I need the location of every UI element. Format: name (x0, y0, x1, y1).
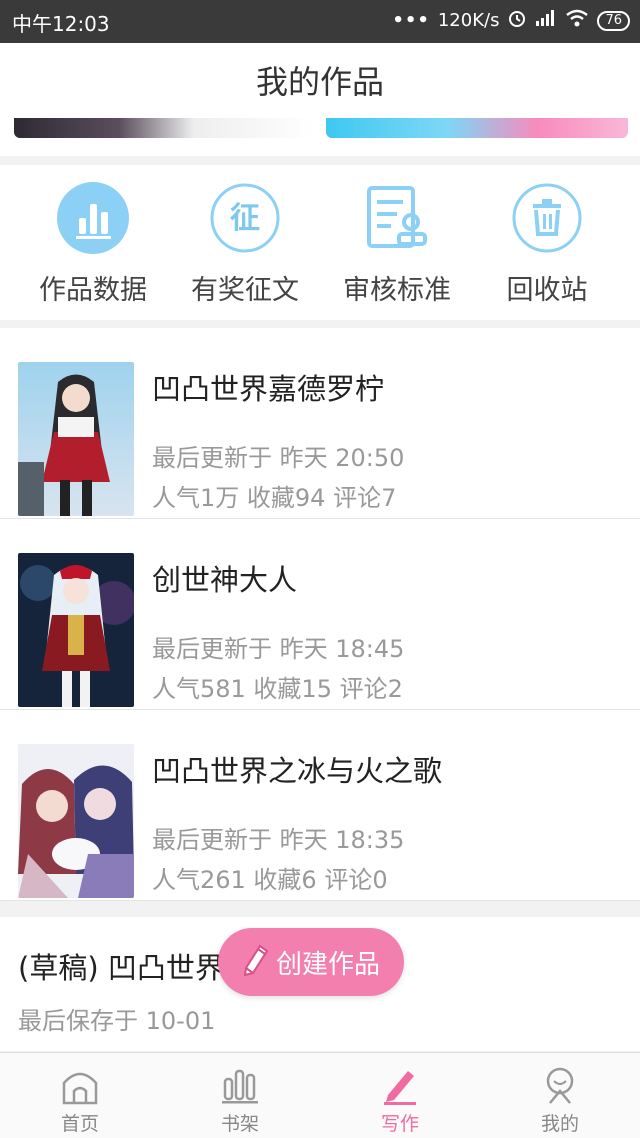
nav-bookshelf[interactable]: 书架 (160, 1053, 320, 1138)
works-list: 凹凸世界嘉德罗柠 最后更新于 昨天 20:50 人气1万 收藏94 评论7 创世… (0, 328, 640, 901)
draft-title[interactable]: (草稿) 凹凸世界 (18, 945, 224, 987)
create-work-label: 创建作品 (276, 949, 381, 980)
network-speed: 120K/s (437, 10, 500, 31)
review-standard-icon (361, 182, 433, 254)
create-work-button[interactable]: 创建作品 (218, 928, 404, 996)
work-cover[interactable] (18, 362, 134, 516)
menu-item-trash[interactable]: 回收站 (471, 182, 623, 307)
menu-item-review[interactable]: 审核标准 (321, 182, 473, 307)
trash-icon (511, 182, 583, 254)
page-title: 我的作品 (255, 63, 384, 101)
work-item[interactable]: 凹凸世界之冰与火之歌 最后更新于 昨天 18:35 人气261 收藏6 评论0 (0, 710, 640, 901)
menu-label-contest: 有奖征文 (191, 275, 299, 306)
work-stats: 人气1万 收藏94 评论7 (152, 484, 397, 512)
banner-image-right[interactable] (326, 118, 628, 138)
work-stats: 人气261 收藏6 评论0 (152, 866, 388, 894)
nav-write-label: 写作 (380, 1113, 419, 1135)
quick-menu: 作品数据 征 有奖征文 审核标准 回收站 (0, 165, 640, 320)
banner-image-left[interactable] (14, 118, 314, 138)
menu-label-stats: 作品数据 (39, 275, 147, 306)
pencil-icon (240, 942, 270, 983)
nav-home[interactable]: 首页 (0, 1053, 160, 1138)
alarm-icon (507, 8, 527, 33)
contest-glyph: 征 (230, 201, 260, 236)
nav-home-label: 首页 (60, 1113, 99, 1135)
bottom-nav: 首页 书架 写作 我的 (0, 1052, 640, 1138)
wifi-icon (565, 9, 589, 32)
work-title[interactable]: 创世神大人 (152, 557, 297, 599)
menu-item-contest[interactable]: 征 有奖征文 (169, 182, 321, 307)
work-updated: 最后更新于 昨天 20:50 (152, 444, 405, 472)
profile-icon (480, 1063, 640, 1107)
menu-item-stats[interactable]: 作品数据 (17, 182, 169, 307)
pen-icon (320, 1063, 480, 1107)
work-updated: 最后更新于 昨天 18:35 (152, 826, 405, 854)
work-updated: 最后更新于 昨天 18:45 (152, 635, 405, 663)
work-item[interactable]: 创世神大人 最后更新于 昨天 18:45 人气581 收藏15 评论2 (0, 519, 640, 710)
nav-profile[interactable]: 我的 (480, 1053, 640, 1138)
work-stats: 人气581 收藏15 评论2 (152, 675, 403, 703)
nav-write[interactable]: 写作 (320, 1053, 480, 1138)
work-item[interactable]: 凹凸世界嘉德罗柠 最后更新于 昨天 20:50 人气1万 收藏94 评论7 (0, 328, 640, 519)
contest-icon: 征 (209, 182, 281, 254)
work-cover[interactable] (18, 553, 134, 707)
work-title[interactable]: 凹凸世界嘉德罗柠 (152, 366, 384, 408)
work-cover[interactable] (18, 744, 134, 898)
menu-label-review: 审核标准 (343, 275, 451, 306)
draft-saved: 最后保存于 10-01 (18, 1007, 216, 1035)
work-title[interactable]: 凹凸世界之冰与火之歌 (152, 748, 442, 790)
menu-label-trash: 回收站 (506, 275, 588, 306)
app-header: 我的作品 (0, 43, 640, 118)
banner-carousel[interactable] (0, 118, 640, 156)
status-indicators: ••• 120K/s 76 (392, 8, 630, 33)
bar-chart-icon (57, 182, 129, 254)
home-icon (0, 1063, 160, 1107)
status-time: 中午12:03 (12, 12, 110, 36)
nav-profile-label: 我的 (540, 1113, 579, 1135)
battery-icon: 76 (597, 10, 630, 31)
nav-bookshelf-label: 书架 (220, 1113, 259, 1135)
status-bar: 中午12:03 ••• 120K/s 76 (0, 0, 640, 43)
bookshelf-icon (160, 1063, 320, 1107)
signal-icon (535, 9, 557, 32)
notification-dots-icon: ••• (392, 10, 430, 31)
